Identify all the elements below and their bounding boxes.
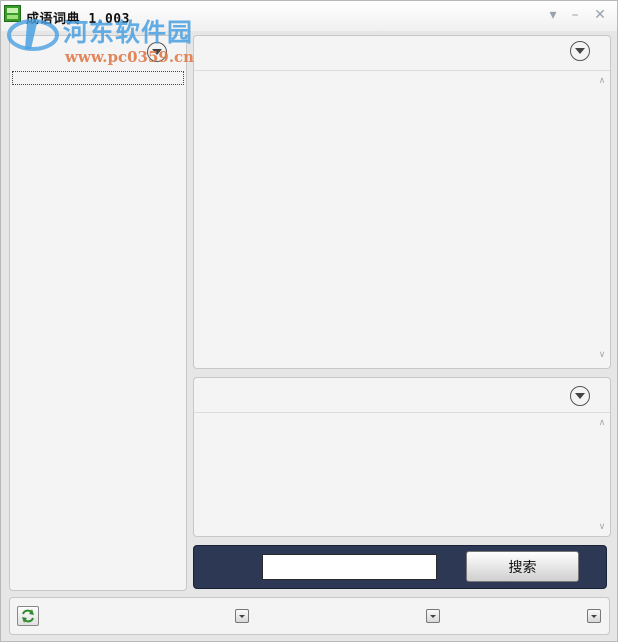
watermark-name: 河东软件园 bbox=[63, 18, 194, 47]
dropdown-toggle-3[interactable] bbox=[587, 609, 601, 623]
example-expand-button[interactable] bbox=[570, 386, 590, 406]
example-panel: ∧ ∨ bbox=[193, 377, 611, 537]
panel-divider bbox=[194, 70, 610, 71]
search-input[interactable] bbox=[262, 554, 437, 580]
scroll-up-icon[interactable]: ∧ bbox=[596, 418, 608, 428]
refresh-icon bbox=[22, 609, 34, 623]
refresh-button[interactable] bbox=[17, 606, 39, 626]
dropdown-toggle-2[interactable] bbox=[426, 609, 440, 623]
definition-panel: ∧ ∨ bbox=[193, 35, 611, 369]
scroll-down-icon[interactable]: ∨ bbox=[596, 350, 608, 360]
search-button[interactable]: 搜索 bbox=[466, 551, 579, 582]
scroll-up-icon[interactable]: ∧ bbox=[596, 76, 608, 86]
watermark-url: www.pc0359.cn bbox=[65, 48, 195, 66]
watermark-logo bbox=[7, 19, 59, 51]
dropdown-button[interactable]: ▾ bbox=[545, 7, 561, 23]
word-list-panel bbox=[9, 35, 187, 591]
definition-expand-button[interactable] bbox=[570, 41, 590, 61]
close-button[interactable]: ✕ bbox=[592, 7, 608, 23]
scroll-down-icon[interactable]: ∨ bbox=[596, 522, 608, 532]
dropdown-toggle-1[interactable] bbox=[235, 609, 249, 623]
panel-divider bbox=[194, 412, 610, 413]
bottom-toolbar bbox=[9, 597, 610, 635]
minimize-button[interactable]: – bbox=[567, 7, 583, 23]
list-item[interactable] bbox=[12, 71, 184, 85]
search-bar: 搜索 bbox=[193, 545, 607, 589]
main-window: 成语词典 1.003 ▾ – ✕ ∧ ∨ ∧ ∨ 搜索 河东软件园 www.pc… bbox=[0, 0, 618, 642]
